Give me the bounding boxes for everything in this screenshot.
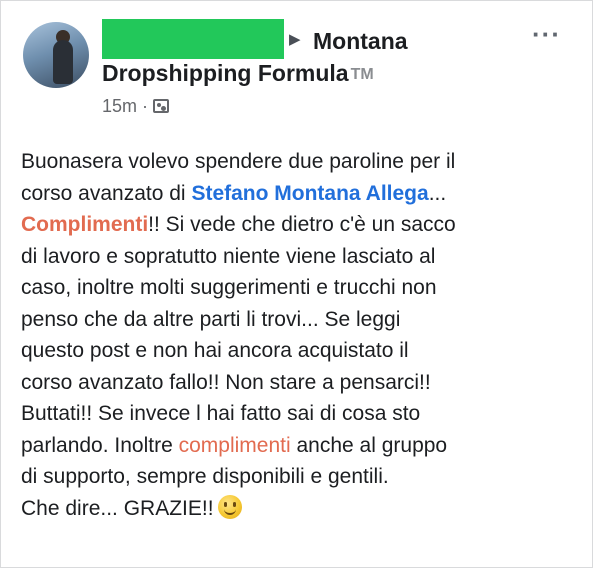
body-line: di lavoro e sopratutto niente viene lasc… (21, 244, 436, 268)
meta-separator: · (142, 96, 149, 116)
body-text: !! Si vede che dietro c'è un sacco (148, 213, 456, 236)
group-icon (153, 99, 170, 113)
post-body: Buonasera volevo spendere due paroline p… (21, 146, 581, 524)
body-text: anche al gruppo (290, 433, 448, 457)
highlight-text: complimenti (178, 433, 291, 457)
body-text: Che dire... GRAZIE!! (21, 496, 214, 520)
trademark-label: TM (350, 66, 374, 83)
arrow-right-icon: ▶ (289, 31, 301, 48)
group-name-text: Dropshipping Formula (102, 60, 349, 86)
body-line: Buttati!! Se invece l hai fatto sai di c… (21, 402, 421, 425)
body-line: penso che da altre parti li trovi... Se … (21, 307, 401, 331)
redacted-author-name (102, 19, 284, 59)
body-line: parlando. Inoltre complimenti anche al g… (21, 430, 581, 462)
group-name-line1[interactable]: Montana (313, 27, 408, 55)
highlight-text: Complimenti (21, 213, 149, 236)
body-line: di supporto, sempre disponibili e gentil… (21, 465, 389, 488)
body-line: Complimenti!! Si vede che dietro c'è un … (21, 209, 581, 241)
body-line: questo post e non hai ancora acquistato … (21, 339, 409, 362)
body-text: ... (428, 181, 447, 205)
post-timestamp[interactable]: 15m (102, 94, 137, 118)
body-line: corso avanzato di Stefano Montana Allega… (21, 178, 581, 210)
body-line: caso, inoltre molti suggerimenti e trucc… (21, 276, 437, 299)
facebook-post: ▶ Montana Dropshipping Formula TM 15m · ·… (0, 0, 593, 568)
post-meta: 15m · (102, 94, 170, 118)
body-line: corso avanzato fallo!! Non stare a pensa… (21, 370, 431, 394)
more-options-icon[interactable]: ··· (532, 21, 561, 47)
smiley-emoji-icon (217, 494, 242, 519)
avatar-person (53, 40, 73, 84)
group-name-line2[interactable]: Dropshipping Formula TM (102, 59, 374, 89)
mention-link[interactable]: Stefano Montana Allega (191, 182, 428, 205)
avatar[interactable] (23, 22, 89, 88)
body-line: Buonasera volevo spendere due paroline p… (21, 150, 456, 173)
body-text: corso avanzato di (21, 181, 192, 205)
body-line: Che dire... GRAZIE!! (21, 493, 581, 525)
body-text: parlando. Inoltre (21, 433, 179, 457)
